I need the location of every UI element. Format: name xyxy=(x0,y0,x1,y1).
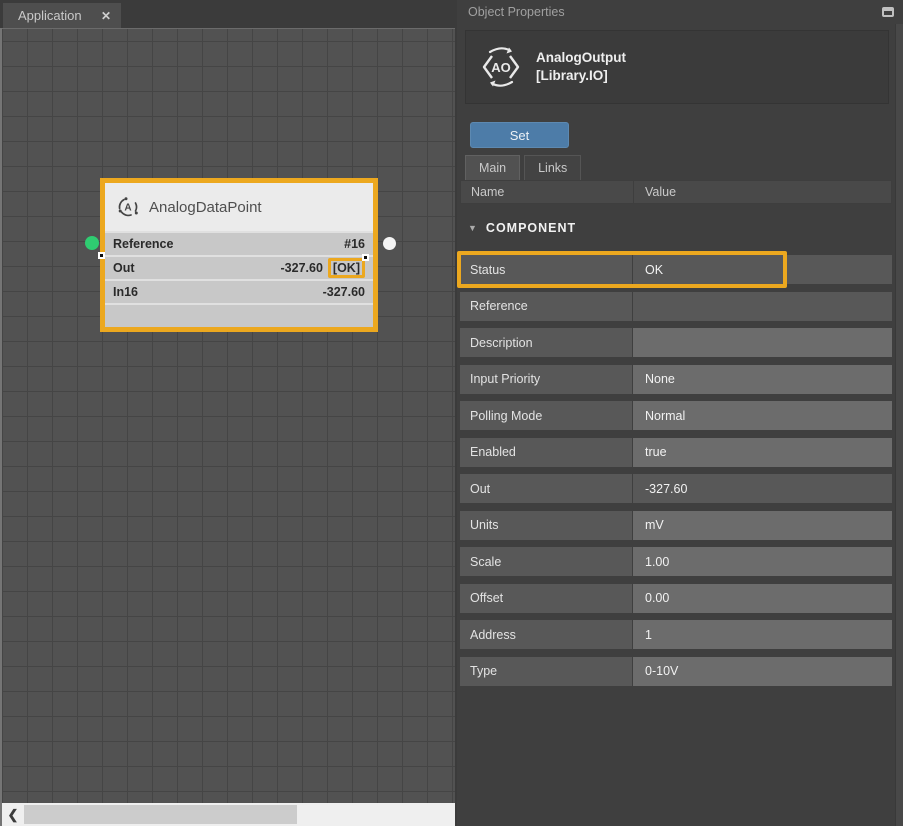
component-section-header[interactable]: ▼ COMPONENT xyxy=(460,211,892,244)
property-value-cell[interactable]: 1 xyxy=(633,620,892,649)
properties-tab[interactable]: Main xyxy=(465,155,520,180)
properties-tab-label: Main xyxy=(479,161,506,175)
property-value-cell[interactable]: 0-10V xyxy=(633,657,892,686)
block-slot-value-group: -327.60 [OK] xyxy=(281,258,365,278)
property-name-cell: Offset xyxy=(460,584,632,613)
vertical-scrollbar-track[interactable] xyxy=(895,24,903,826)
dock-window-icon[interactable] xyxy=(882,7,894,17)
scroll-left-arrow-icon[interactable]: ❮ xyxy=(2,803,24,826)
property-row: Polling Mode Normal xyxy=(460,401,892,430)
property-name-cell: Reference xyxy=(460,292,632,321)
object-properties-panel: Object Properties AO AnalogOutput [Libra… xyxy=(457,0,903,826)
tab-application-label: Application xyxy=(18,8,82,23)
properties-tab-label: Links xyxy=(538,161,567,175)
object-type: AnalogOutput xyxy=(536,49,626,67)
set-button[interactable]: Set xyxy=(470,122,569,148)
property-name-cell: Input Priority xyxy=(460,365,632,394)
component-section-label: COMPONENT xyxy=(486,221,576,235)
block-row-in16: In16 -327.60 xyxy=(105,279,373,303)
property-value-cell[interactable]: None xyxy=(633,365,892,394)
block-slot-name: In16 xyxy=(113,285,138,299)
property-value-cell[interactable]: OK xyxy=(633,255,892,284)
properties-tabs: Main Links xyxy=(465,155,581,180)
table-header: Name Value xyxy=(460,180,892,204)
block-header: A AnalogDataPoint xyxy=(105,183,373,231)
property-row: Scale 1.00 xyxy=(460,547,892,576)
property-name-cell: Polling Mode xyxy=(460,401,632,430)
object-library: [Library.IO] xyxy=(536,67,626,85)
property-value-cell[interactable] xyxy=(633,328,892,357)
analog-point-icon: A xyxy=(117,196,139,218)
ok-status-badge: [OK] xyxy=(328,258,365,278)
object-name-label: AnalogOutput [Library.IO] xyxy=(536,49,626,84)
block-title: AnalogDataPoint xyxy=(149,199,262,216)
property-value-cell[interactable]: 0.00 xyxy=(633,584,892,613)
block-row-empty xyxy=(105,303,373,327)
property-row: Status OK xyxy=(460,255,892,284)
property-row: Input Priority None xyxy=(460,365,892,394)
close-icon[interactable]: ✕ xyxy=(101,9,111,23)
grid-canvas[interactable] xyxy=(0,28,455,803)
property-name-cell: Address xyxy=(460,620,632,649)
horizontal-scrollbar[interactable]: ❮ xyxy=(0,803,455,826)
output-port-dot[interactable] xyxy=(383,237,396,250)
selection-handle-right[interactable] xyxy=(362,254,369,261)
property-name-cell: Type xyxy=(460,657,632,686)
property-row: Enabled true xyxy=(460,438,892,467)
column-header-value: Value xyxy=(633,181,891,203)
property-row: Reference xyxy=(460,292,892,321)
block-slot-value: #16 xyxy=(344,237,365,251)
property-row: Out -327.60 xyxy=(460,474,892,503)
panel-title: Object Properties xyxy=(468,5,565,19)
object-info-box: AO AnalogOutput [Library.IO] xyxy=(465,30,889,104)
property-row: Type 0-10V xyxy=(460,657,892,686)
property-value-cell[interactable]: Normal xyxy=(633,401,892,430)
property-value-cell[interactable]: -327.60 xyxy=(633,474,892,503)
column-header-name: Name xyxy=(461,181,633,203)
block-row-reference: Reference #16 xyxy=(105,231,373,255)
property-row: Description xyxy=(460,328,892,357)
input-port-dot[interactable] xyxy=(85,236,99,250)
property-row: Address 1 xyxy=(460,620,892,649)
block-slot-value: -327.60 xyxy=(323,285,365,299)
property-row: Offset 0.00 xyxy=(460,584,892,613)
tab-bar: Application ✕ xyxy=(0,0,457,28)
property-name-cell: Scale xyxy=(460,547,632,576)
horizontal-scrollbar-thumb[interactable] xyxy=(24,805,297,824)
property-table: Status OK Reference Description Input Pr… xyxy=(460,255,892,693)
block-row-out: Out -327.60 [OK] xyxy=(105,255,373,279)
block-slot-value: -327.60 xyxy=(281,261,323,275)
svg-text:A: A xyxy=(124,203,131,214)
block-slot-name: Reference xyxy=(113,237,173,251)
wiresheet-pane: Application ✕ A AnalogDataPoint Referenc… xyxy=(0,0,457,826)
property-name-cell: Out xyxy=(460,474,632,503)
selection-handle-left[interactable] xyxy=(98,252,105,259)
analog-datapoint-block[interactable]: A AnalogDataPoint Reference #16 Out -327… xyxy=(100,178,378,332)
svg-text:AO: AO xyxy=(491,60,511,75)
property-row: Units mV xyxy=(460,511,892,540)
chevron-down-icon: ▼ xyxy=(468,223,477,233)
property-name-cell: Enabled xyxy=(460,438,632,467)
canvas-left-edge xyxy=(0,28,2,826)
property-name-cell: Units xyxy=(460,511,632,540)
property-value-cell[interactable]: mV xyxy=(633,511,892,540)
block-slot-name: Out xyxy=(113,261,135,275)
property-value-cell[interactable] xyxy=(633,292,892,321)
analog-output-icon: AO xyxy=(479,45,523,89)
tab-application[interactable]: Application ✕ xyxy=(3,3,121,28)
property-name-cell: Description xyxy=(460,328,632,357)
property-value-cell[interactable]: 1.00 xyxy=(633,547,892,576)
property-name-cell: Status xyxy=(460,255,632,284)
property-value-cell[interactable]: true xyxy=(633,438,892,467)
properties-tab[interactable]: Links xyxy=(524,155,581,180)
